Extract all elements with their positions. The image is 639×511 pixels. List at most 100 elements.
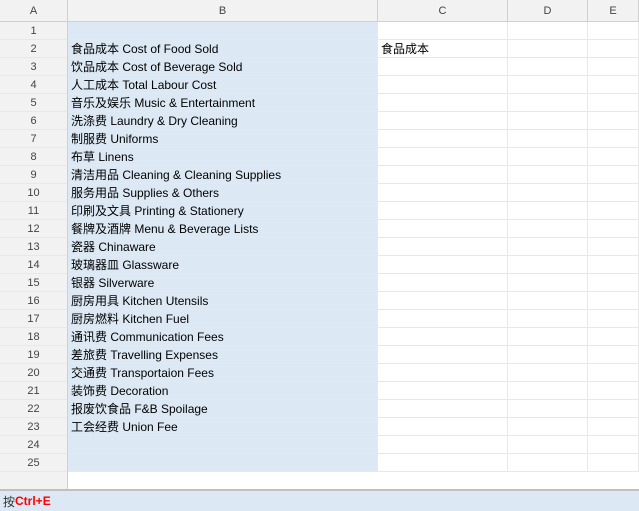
cell-d[interactable]: [508, 454, 588, 471]
cell-d[interactable]: [508, 328, 588, 345]
cell-b[interactable]: 通讯费 Communication Fees: [68, 328, 378, 345]
cell-c[interactable]: [378, 184, 508, 201]
cell-b[interactable]: [68, 436, 378, 453]
cell-b[interactable]: 制服费 Uniforms: [68, 130, 378, 147]
cell-e[interactable]: [588, 292, 639, 309]
cell-b[interactable]: 报废饮食品 F&B Spoilage: [68, 400, 378, 417]
cell-e[interactable]: [588, 364, 639, 381]
cell-c[interactable]: [378, 328, 508, 345]
cell-d[interactable]: [508, 238, 588, 255]
cell-c[interactable]: [378, 454, 508, 471]
cell-b[interactable]: 装饰费 Decoration: [68, 382, 378, 399]
cell-c[interactable]: [378, 418, 508, 435]
cell-c[interactable]: [378, 346, 508, 363]
cell-c[interactable]: [378, 292, 508, 309]
cell-c[interactable]: [378, 130, 508, 147]
cell-c[interactable]: [378, 256, 508, 273]
cell-d[interactable]: [508, 112, 588, 129]
grid[interactable]: 食品成本 Cost of Food Sold食品成本饮品成本 Cost of B…: [68, 22, 639, 489]
cell-d[interactable]: [508, 346, 588, 363]
cell-d[interactable]: [508, 184, 588, 201]
cell-b[interactable]: 食品成本 Cost of Food Sold: [68, 40, 378, 57]
cell-e[interactable]: [588, 310, 639, 327]
cell-d[interactable]: [508, 292, 588, 309]
cell-c[interactable]: [378, 166, 508, 183]
cell-e[interactable]: [588, 238, 639, 255]
cell-d[interactable]: [508, 94, 588, 111]
cell-c[interactable]: [378, 436, 508, 453]
cell-e[interactable]: [588, 112, 639, 129]
cell-b[interactable]: 人工成本 Total Labour Cost: [68, 76, 378, 93]
cell-e[interactable]: [588, 400, 639, 417]
cell-d[interactable]: [508, 256, 588, 273]
cell-d[interactable]: [508, 40, 588, 57]
cell-c[interactable]: [378, 202, 508, 219]
cell-e[interactable]: [588, 256, 639, 273]
cell-e[interactable]: [588, 184, 639, 201]
cell-e[interactable]: [588, 40, 639, 57]
cell-d[interactable]: [508, 202, 588, 219]
cell-c[interactable]: [378, 148, 508, 165]
cell-c[interactable]: [378, 76, 508, 93]
cell-c[interactable]: [378, 310, 508, 327]
cell-d[interactable]: [508, 418, 588, 435]
cell-b[interactable]: 交通费 Transportaion Fees: [68, 364, 378, 381]
cell-d[interactable]: [508, 22, 588, 39]
cell-b[interactable]: 餐牌及酒牌 Menu & Beverage Lists: [68, 220, 378, 237]
cell-b[interactable]: 音乐及娱乐 Music & Entertainment: [68, 94, 378, 111]
cell-d[interactable]: [508, 436, 588, 453]
cell-d[interactable]: [508, 382, 588, 399]
cell-b[interactable]: 布草 Linens: [68, 148, 378, 165]
cell-d[interactable]: [508, 76, 588, 93]
cell-b[interactable]: 玻璃器皿 Glassware: [68, 256, 378, 273]
cell-e[interactable]: [588, 148, 639, 165]
cell-c[interactable]: [378, 22, 508, 39]
cell-c[interactable]: [378, 400, 508, 417]
cell-b[interactable]: [68, 454, 378, 471]
cell-e[interactable]: [588, 274, 639, 291]
cell-c[interactable]: [378, 274, 508, 291]
cell-b[interactable]: 印刷及文具 Printing & Stationery: [68, 202, 378, 219]
cell-d[interactable]: [508, 130, 588, 147]
cell-e[interactable]: [588, 76, 639, 93]
cell-b[interactable]: 银器 Silverware: [68, 274, 378, 291]
cell-e[interactable]: [588, 382, 639, 399]
cell-d[interactable]: [508, 220, 588, 237]
cell-b[interactable]: [68, 22, 378, 39]
cell-e[interactable]: [588, 328, 639, 345]
cell-b[interactable]: 瓷器 Chinaware: [68, 238, 378, 255]
cell-c[interactable]: [378, 112, 508, 129]
cell-e[interactable]: [588, 220, 639, 237]
cell-b[interactable]: 洗涤费 Laundry & Dry Cleaning: [68, 112, 378, 129]
cell-d[interactable]: [508, 166, 588, 183]
cell-c[interactable]: [378, 364, 508, 381]
cell-e[interactable]: [588, 58, 639, 75]
cell-c[interactable]: 食品成本: [378, 40, 508, 57]
cell-b[interactable]: 清洁用品 Cleaning & Cleaning Supplies: [68, 166, 378, 183]
cell-c[interactable]: [378, 238, 508, 255]
cell-b[interactable]: 厨房用具 Kitchen Utensils: [68, 292, 378, 309]
cell-c[interactable]: [378, 94, 508, 111]
cell-e[interactable]: [588, 418, 639, 435]
cell-c[interactable]: [378, 382, 508, 399]
cell-e[interactable]: [588, 166, 639, 183]
cell-e[interactable]: [588, 346, 639, 363]
cell-b[interactable]: 服务用品 Supplies & Others: [68, 184, 378, 201]
cell-b[interactable]: 厨房燃料 Kitchen Fuel: [68, 310, 378, 327]
cell-c[interactable]: [378, 58, 508, 75]
cell-e[interactable]: [588, 94, 639, 111]
cell-d[interactable]: [508, 310, 588, 327]
cell-e[interactable]: [588, 436, 639, 453]
cell-e[interactable]: [588, 454, 639, 471]
cell-d[interactable]: [508, 364, 588, 381]
cell-c[interactable]: [378, 220, 508, 237]
cell-e[interactable]: [588, 130, 639, 147]
cell-e[interactable]: [588, 22, 639, 39]
cell-d[interactable]: [508, 58, 588, 75]
cell-b[interactable]: 差旅费 Travelling Expenses: [68, 346, 378, 363]
cell-b[interactable]: 工会经费 Union Fee: [68, 418, 378, 435]
cell-d[interactable]: [508, 400, 588, 417]
cell-e[interactable]: [588, 202, 639, 219]
cell-d[interactable]: [508, 148, 588, 165]
cell-d[interactable]: [508, 274, 588, 291]
